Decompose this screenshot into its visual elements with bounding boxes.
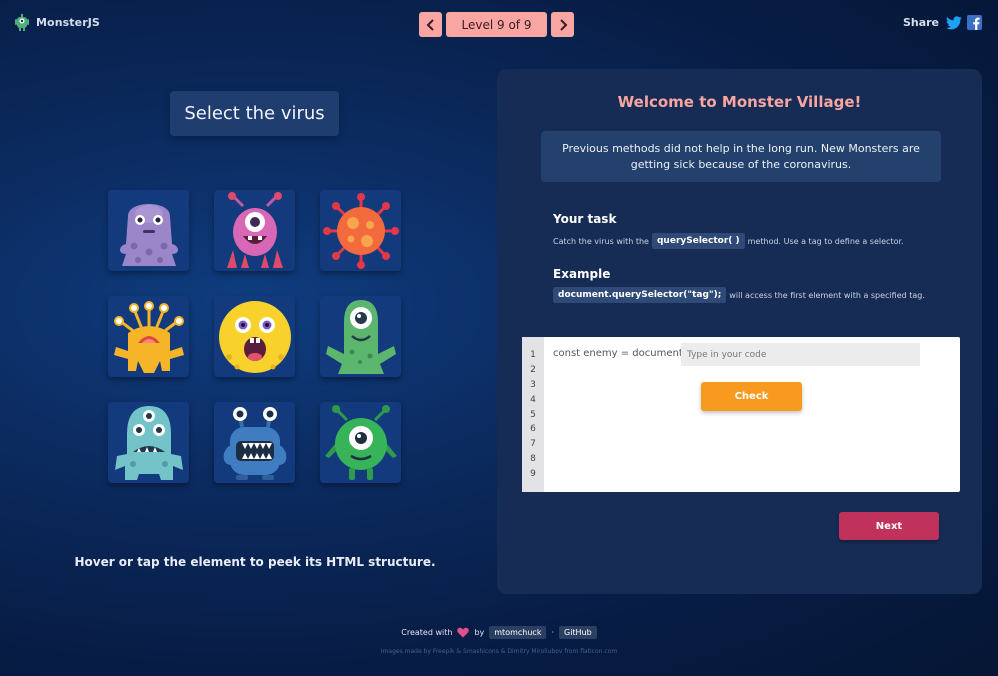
by-label: by <box>474 628 485 637</box>
code-area: const enemy = document. Check <box>544 337 960 492</box>
level-navigation: Level 9 of 9 <box>419 12 574 37</box>
task-heading: Your task <box>553 212 617 226</box>
footer-separator: · <box>551 628 554 637</box>
yellow-tentacle-monster-icon <box>113 300 184 373</box>
author-link[interactable]: mtomchuck <box>489 626 547 639</box>
line-number: 5 <box>530 409 536 420</box>
purple-blob-monster-icon <box>119 203 178 266</box>
task-panel: Welcome to Monster Village! Previous met… <box>497 69 982 594</box>
teal-three-eyed-monster-icon <box>114 405 183 480</box>
example-code-chip: document.querySelector("tag"); <box>553 287 727 303</box>
monster-tile-green-cyclops[interactable] <box>320 296 401 377</box>
check-button[interactable]: Check <box>701 382 802 411</box>
green-cyclops-monster-icon <box>325 299 396 374</box>
code-prefix: const enemy = document. <box>553 348 686 359</box>
github-link[interactable]: GitHub <box>559 626 597 639</box>
footer: Created with by mtomchuck · GitHub <box>0 626 998 639</box>
next-button[interactable]: Next <box>839 512 939 540</box>
line-number: 3 <box>530 379 536 390</box>
chevron-left-icon <box>426 18 434 31</box>
green-ball-monster-icon <box>324 404 397 480</box>
monster-tile-pink-cyclops[interactable] <box>214 190 295 271</box>
monster-tile-purple-blob[interactable] <box>108 190 189 271</box>
monster-tile-green-ball[interactable] <box>320 402 401 483</box>
line-number: 7 <box>530 439 536 450</box>
app-logo[interactable]: MonsterJS <box>14 13 100 31</box>
heart-icon <box>457 627 470 638</box>
virus-icon <box>322 192 399 269</box>
level-instruction: Select the virus <box>170 91 339 136</box>
monster-tile-teal-three-eyed[interactable] <box>108 402 189 483</box>
twitter-icon[interactable] <box>946 15 962 30</box>
task-description: Catch the virus with the querySelector( … <box>553 233 904 249</box>
line-number: 8 <box>530 454 536 465</box>
line-number: 9 <box>530 469 536 480</box>
story-text: Previous methods did not help in the lon… <box>541 131 941 182</box>
line-number: 1 <box>530 350 536 360</box>
monster-tile-yellow-round[interactable] <box>214 296 295 377</box>
monster-tile-blue-toothy[interactable] <box>214 402 295 483</box>
panel-title: Welcome to Monster Village! <box>617 93 862 111</box>
task-text-before: Catch the virus with the <box>553 236 649 246</box>
example-text-after: will access the first element with a spe… <box>729 290 925 300</box>
line-number: 6 <box>530 424 536 435</box>
pink-cyclops-monster-icon <box>226 191 283 268</box>
monster-tile-yellow-tentacle[interactable] <box>108 296 189 377</box>
created-with-label: Created with <box>401 628 453 637</box>
chevron-right-icon <box>559 18 567 31</box>
code-editor: 1 2 3 4 5 6 7 8 9 const enemy = document… <box>522 337 960 492</box>
share-label: Share <box>902 16 939 29</box>
code-input[interactable] <box>681 343 920 366</box>
hover-hint: Hover or tap the element to peek its HTM… <box>74 555 436 569</box>
line-number-gutter: 1 2 3 4 5 6 7 8 9 <box>522 337 544 492</box>
image-credits: Images made by Freepik & Smashicons & Di… <box>380 648 618 655</box>
app-name: MonsterJS <box>36 15 100 29</box>
task-code-chip: querySelector( ) <box>651 233 745 249</box>
previous-level-button[interactable] <box>419 12 442 37</box>
share-bar: Share <box>903 15 982 30</box>
yellow-round-monster-icon <box>218 300 291 373</box>
monster-logo-icon <box>14 13 30 31</box>
line-number: 2 <box>530 364 536 375</box>
line-number: 4 <box>530 394 536 405</box>
example-description: document.querySelector("tag"); will acce… <box>553 287 925 303</box>
blue-toothy-monster-icon <box>223 406 286 480</box>
monster-tile-virus[interactable] <box>320 190 401 271</box>
example-heading: Example <box>553 267 611 281</box>
next-level-button[interactable] <box>551 12 574 37</box>
level-indicator[interactable]: Level 9 of 9 <box>446 12 547 37</box>
facebook-icon[interactable] <box>967 15 982 30</box>
task-text-after: method. Use a tag to define a selector. <box>747 236 904 246</box>
